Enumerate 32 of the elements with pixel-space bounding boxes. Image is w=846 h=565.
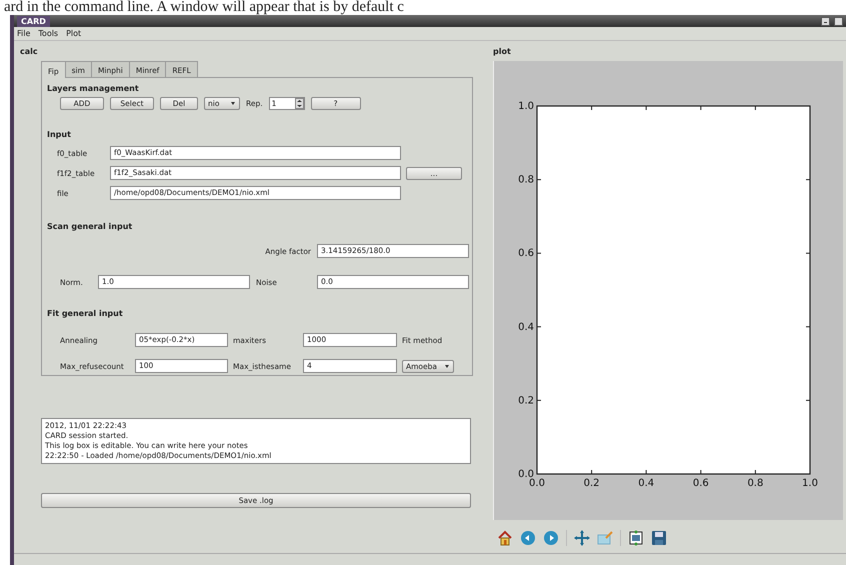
y-tick-label: 0.4 (518, 322, 534, 333)
maximize-button[interactable] (834, 16, 843, 26)
panel-label: calc (20, 46, 39, 58)
y-tick-label: 0.6 (518, 248, 534, 260)
section-heading: Input (47, 130, 72, 141)
x-tick-label: 1.0 (802, 478, 818, 489)
caret-icon (230, 100, 236, 106)
spin-arrows-icon (294, 98, 304, 108)
save-icon[interactable] (651, 530, 667, 546)
caption-text: ard in the command line. A window will appear that is by default c (3, 0, 405, 15)
x-tick-label: 0.8 (747, 478, 764, 489)
section-heading: Fit general input (47, 309, 124, 320)
move-arrows-icon[interactable] (574, 530, 590, 546)
x-tick-label: 0.0 (529, 478, 545, 489)
y-tick-label: 1.0 (518, 101, 534, 112)
menu-item[interactable]: File (17, 28, 30, 39)
x-tick-label: 0.6 (692, 478, 709, 489)
x-tick-label: 0.2 (584, 478, 600, 489)
menu-item[interactable]: Tools (38, 28, 58, 39)
section-heading: Scan general input (47, 222, 134, 233)
caret-icon (444, 363, 450, 369)
section-heading: Layers management (47, 84, 140, 95)
home-icon[interactable] (497, 530, 513, 546)
y-tick-label: 0.8 (518, 174, 534, 186)
menu-item[interactable]: Plot (66, 28, 82, 39)
panel-label: plot (493, 46, 512, 58)
y-tick-label: 0.0 (518, 469, 534, 480)
subplots-icon[interactable] (628, 530, 644, 546)
y-tick-label: 0.2 (518, 395, 534, 406)
window-title: CARD (17, 16, 50, 26)
x-tick-label: 0.4 (638, 478, 654, 489)
minimize-button[interactable] (821, 16, 830, 26)
